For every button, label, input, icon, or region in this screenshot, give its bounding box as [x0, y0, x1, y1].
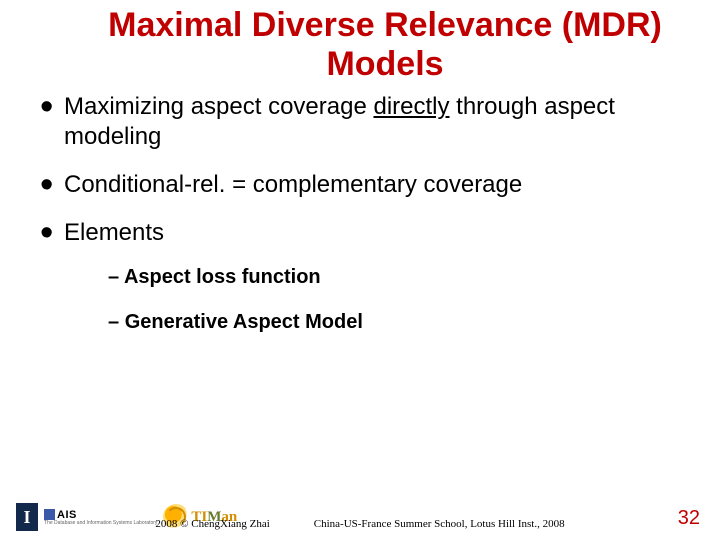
bullet-item: Elements	[40, 214, 680, 248]
page-number: 32	[678, 507, 700, 530]
slide-title: Maximal Diverse Relevance (MDR) Models	[0, 0, 720, 84]
sub-item: Aspect loss function	[108, 266, 680, 289]
bullet-text: Conditional-rel. = complementary coverag…	[64, 166, 522, 200]
footer-copyright: 2008 © ChengXiang Zhai	[155, 518, 269, 530]
bullet-item: Maximizing aspect coverage directly thro…	[40, 88, 680, 152]
bullet-text-pre: Maximizing aspect coverage	[64, 93, 373, 120]
bullet-icon	[40, 222, 64, 245]
bullet-text-pre: Elements	[64, 219, 164, 246]
slide: Maximal Diverse Relevance (MDR) Models M…	[0, 0, 720, 540]
slide-body: Maximizing aspect coverage directly thro…	[0, 84, 720, 334]
bullet-text-pre: Conditional-rel. = complementary coverag…	[64, 171, 522, 198]
bullet-icon	[40, 174, 64, 197]
footer-venue: China-US-France Summer School, Lotus Hil…	[314, 518, 565, 530]
bullet-icon	[40, 96, 64, 119]
bullet-text-underline: directly	[373, 93, 449, 120]
bullet-text: Elements	[64, 214, 164, 248]
footer-center: 2008 © ChengXiang Zhai China-US-France S…	[0, 518, 720, 530]
sub-list: Aspect loss function Generative Aspect M…	[40, 266, 680, 334]
bullet-text: Maximizing aspect coverage directly thro…	[64, 88, 680, 152]
sub-item: Generative Aspect Model	[108, 311, 680, 334]
bullet-item: Conditional-rel. = complementary coverag…	[40, 166, 680, 200]
slide-footer: I AIS The Database and Information Syste…	[0, 494, 720, 540]
